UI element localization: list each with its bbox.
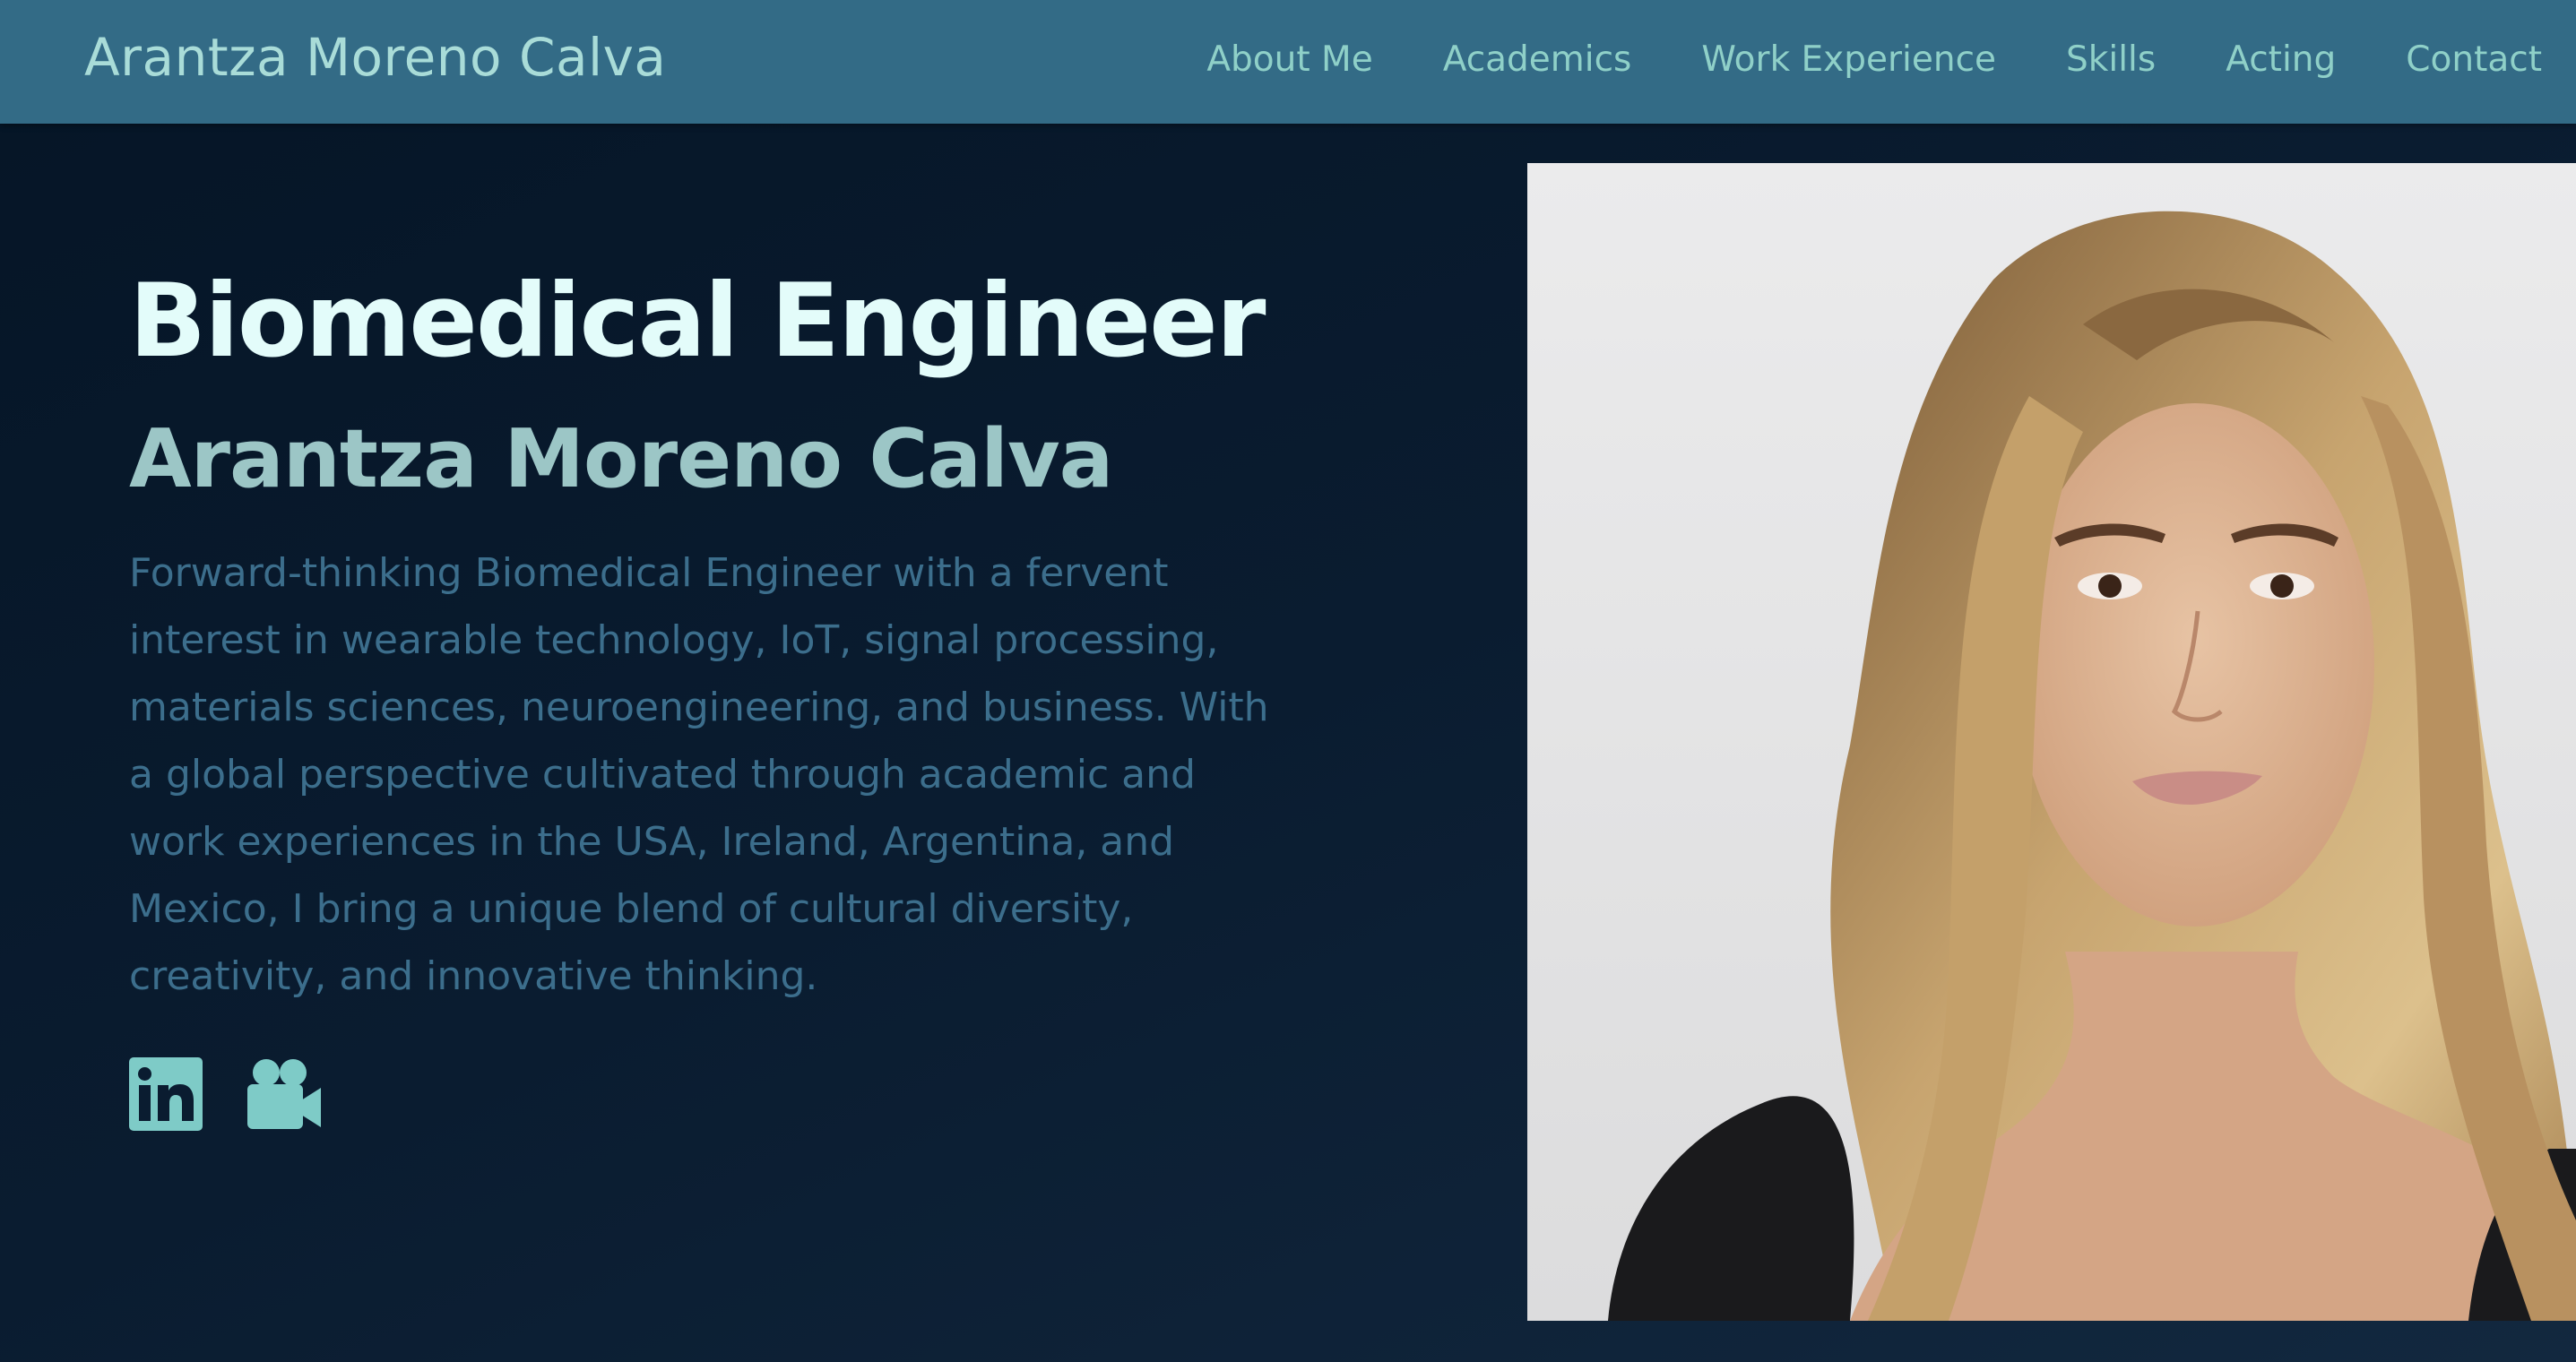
bio-line: Mexico, I bring a unique blend of cultur… [129, 886, 1134, 932]
social-links [129, 1057, 321, 1131]
bio-line: interest in wearable technology, IoT, si… [129, 617, 1219, 663]
nav-link-contact[interactable]: Contact [2406, 39, 2542, 80]
hero-name: Arantza Moreno Calva [129, 412, 1113, 506]
bio-line: materials sciences, neuroengineering, an… [129, 685, 1269, 730]
bio-line: creativity, and innovative thinking. [129, 953, 818, 999]
top-navbar: Arantza Moreno Calva About Me Academics … [0, 0, 2576, 124]
nav-link-acting[interactable]: Acting [2226, 39, 2336, 80]
profile-photo [1527, 163, 2576, 1321]
nav-link-about-me[interactable]: About Me [1206, 39, 1372, 80]
brand-link[interactable]: Arantza Moreno Calva [84, 27, 666, 88]
nav-link-academics[interactable]: Academics [1443, 39, 1632, 80]
linkedin-icon[interactable] [129, 1057, 203, 1131]
bio-line: work experiences in the USA, Ireland, Ar… [129, 819, 1175, 865]
nav-link-skills[interactable]: Skills [2066, 39, 2156, 80]
hero-bio: Forward-thinking Biomedical Engineer wit… [129, 539, 1402, 1010]
bio-line: Forward-thinking Biomedical Engineer wit… [129, 550, 1169, 596]
bio-line: a global perspective cultivated through … [129, 752, 1196, 797]
video-camera-icon[interactable] [247, 1057, 321, 1131]
hero-headline: Biomedical Engineer [129, 262, 1266, 380]
nav-link-work-experience[interactable]: Work Experience [1701, 39, 1996, 80]
nav-menu: About Me Academics Work Experience Skill… [1206, 39, 2542, 80]
